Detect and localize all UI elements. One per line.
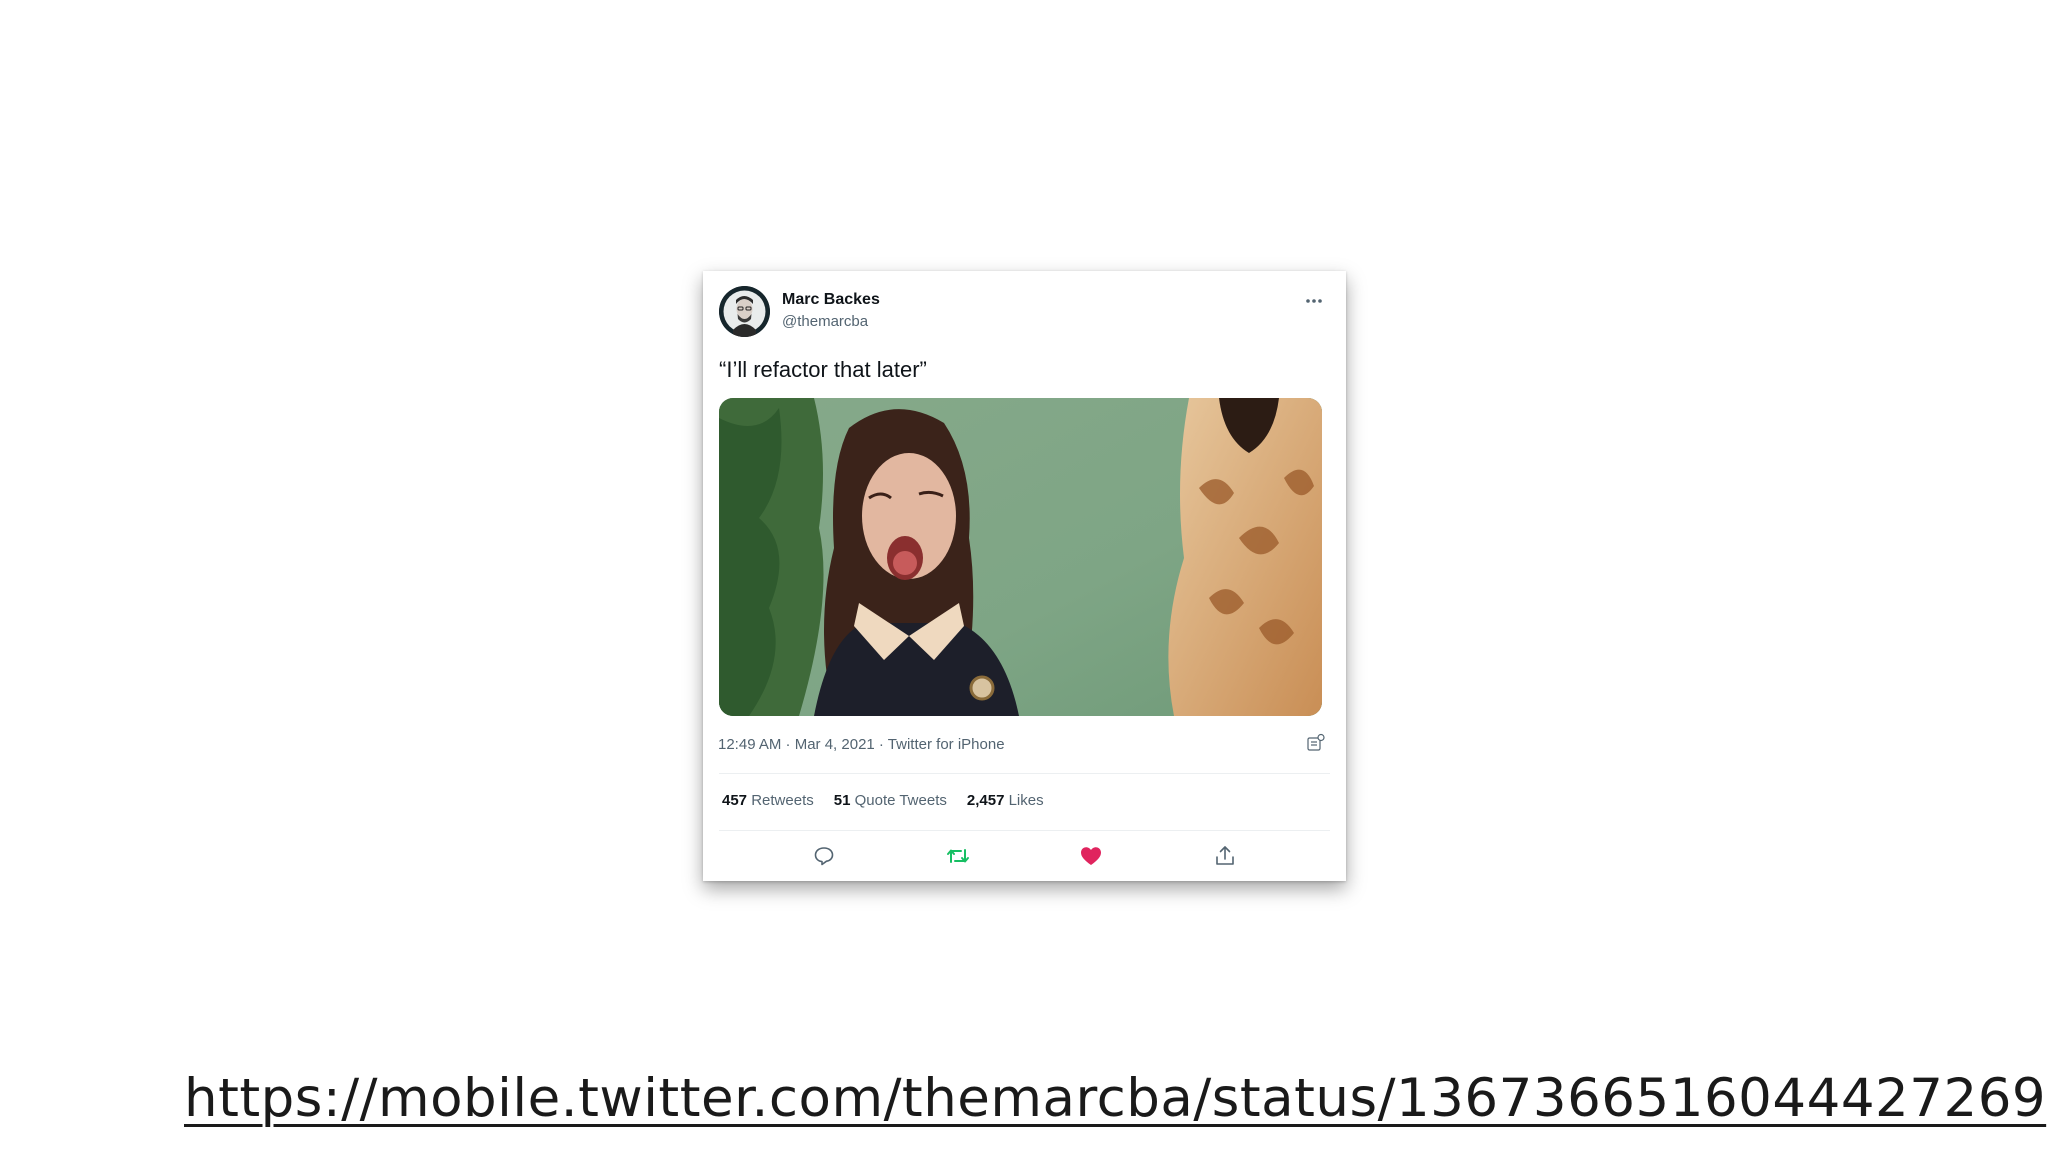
divider [719, 773, 1330, 774]
likes-label: Likes [1008, 792, 1044, 809]
more-horizontal-icon[interactable] [1302, 289, 1326, 313]
quote-tweets-stat[interactable]: 51 Quote Tweets [834, 792, 947, 809]
likes-stat[interactable]: 2,457 Likes [967, 792, 1044, 809]
retweets-label: Retweets [751, 792, 814, 809]
quote-tweets-label: Quote Tweets [854, 792, 947, 809]
tweet-media-image[interactable] [719, 398, 1322, 716]
tweet-stats: 457 Retweets 51 Quote Tweets 2,457 Likes [722, 792, 1044, 809]
retweets-count: 457 [722, 792, 748, 809]
tweet-url-link[interactable]: https://mobile.twitter.com/themarcba/sta… [184, 1068, 2046, 1129]
like-icon[interactable] [1077, 842, 1105, 870]
tweet-actions [703, 836, 1346, 876]
author-name[interactable]: Marc Backes [782, 291, 880, 309]
analytics-icon[interactable] [1306, 733, 1326, 753]
retweet-icon[interactable] [944, 842, 972, 870]
likes-count: 2,457 [966, 792, 1005, 809]
tweet-text: “I’ll refactor that later” [719, 357, 927, 382]
author-handle[interactable]: @themarcba [782, 313, 868, 330]
reply-icon[interactable] [810, 842, 838, 870]
retweets-stat[interactable]: 457 Retweets [722, 792, 814, 809]
tweet-card[interactable]: Marc Backes @themarcba “I’ll refactor th… [703, 271, 1346, 881]
quote-tweets-count: 51 [833, 792, 851, 809]
share-icon[interactable] [1211, 842, 1239, 870]
tweet-timestamp[interactable]: 12:49 AM · Mar 4, 2021 · Twitter for iPh… [718, 736, 1005, 753]
avatar[interactable] [719, 286, 770, 337]
divider [719, 830, 1330, 831]
